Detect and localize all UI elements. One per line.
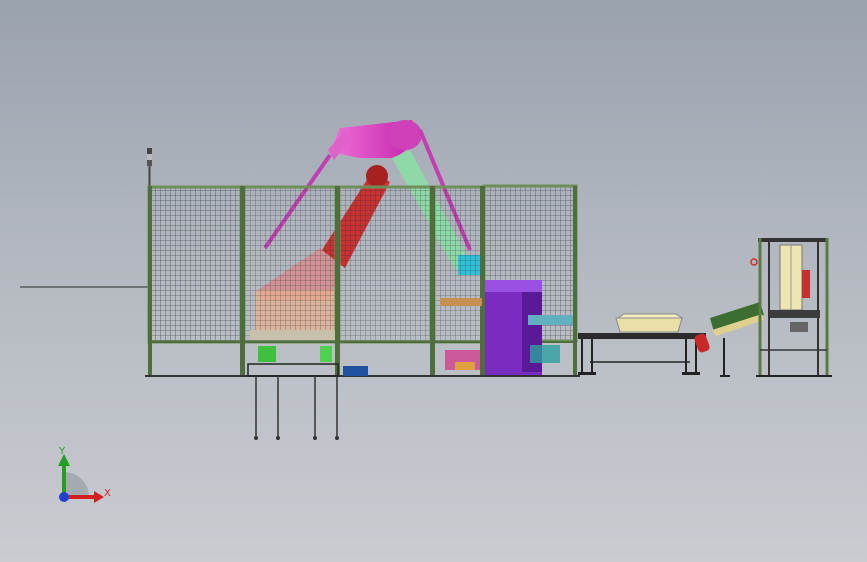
triad-x-label: X — [104, 488, 111, 499]
coordinate-triad: Y X — [58, 446, 111, 503]
stack-light — [147, 148, 152, 186]
bag-feeder-frame — [750, 238, 832, 377]
pallet-station — [247, 330, 368, 440]
roller-conveyor — [578, 333, 706, 375]
inclined-conveyor — [694, 302, 764, 377]
cad-viewport[interactable]: Y X — [0, 0, 867, 562]
triad-y-label: Y — [58, 446, 66, 457]
bag-on-conveyor — [615, 313, 684, 333]
